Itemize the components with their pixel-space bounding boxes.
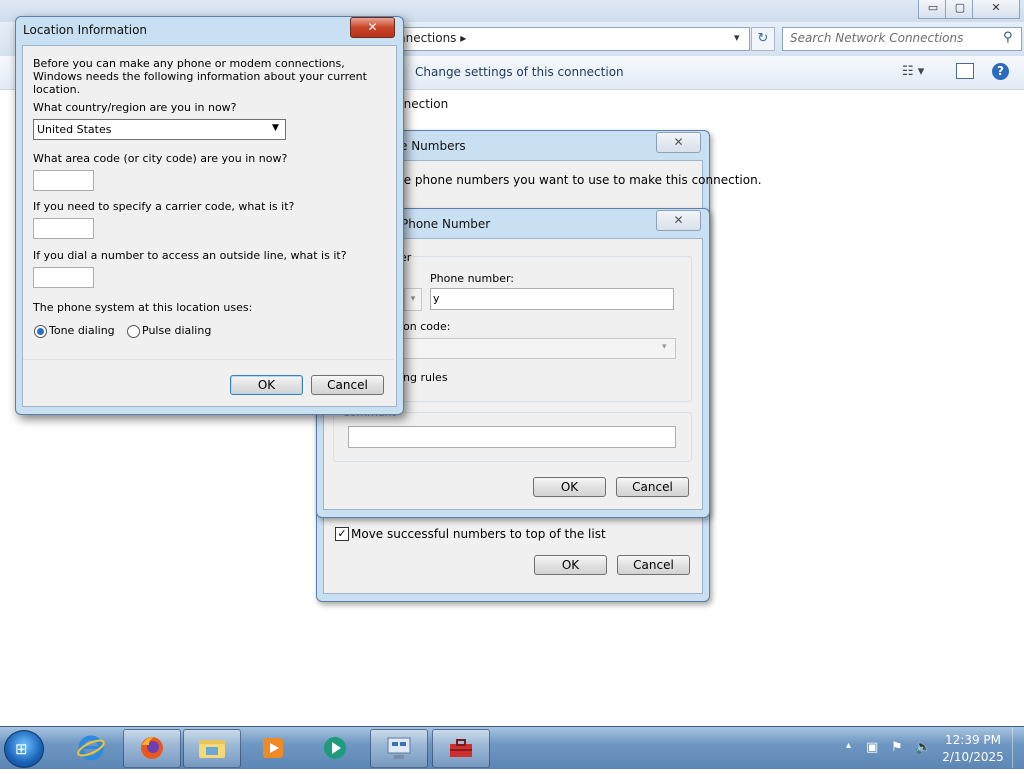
phone-number-value: y bbox=[433, 292, 440, 305]
area-code-input[interactable] bbox=[33, 170, 94, 191]
area-code-question: What area code (or city code) are you in… bbox=[33, 152, 288, 165]
country-value: United States bbox=[37, 123, 112, 136]
clock-date[interactable]: 2/10/2025 bbox=[940, 750, 1006, 764]
phone-numbers-title: e Numbers bbox=[400, 139, 466, 153]
action-center-flag-icon[interactable]: ⚑ bbox=[891, 740, 903, 755]
toolbox-icon[interactable] bbox=[432, 729, 490, 768]
address-dropdown-icon[interactable]: ▾ bbox=[734, 31, 740, 44]
phone-numbers-ok-button[interactable]: OK bbox=[534, 555, 607, 575]
close-window-button[interactable]: ✕ bbox=[972, 0, 1020, 19]
minimize-button[interactable]: ▭ bbox=[918, 0, 948, 19]
phone-numbers-description: te phone numbers you want to use to make… bbox=[399, 173, 762, 187]
windows-flag-icon: ⊞ bbox=[15, 740, 28, 758]
phone-number-input[interactable] bbox=[430, 288, 674, 310]
carrier-code-question: If you need to specify a carrier code, w… bbox=[33, 200, 295, 213]
phone-numbers-cancel-button[interactable]: Cancel bbox=[617, 555, 690, 575]
phone-number-ok-button[interactable]: OK bbox=[533, 477, 606, 497]
location-close-icon[interactable]: ✕ bbox=[350, 17, 395, 38]
file-explorer-icon[interactable] bbox=[183, 729, 241, 768]
radio-selected-dot bbox=[37, 328, 44, 335]
pulse-dialing-label: Pulse dialing bbox=[142, 324, 212, 337]
location-divider bbox=[23, 359, 394, 360]
address-breadcrumb[interactable]: nnections ▸ bbox=[398, 31, 466, 45]
phone-number-cancel-button[interactable]: Cancel bbox=[616, 477, 689, 497]
outside-line-input[interactable] bbox=[33, 267, 94, 288]
phone-number-label: Phone number: bbox=[430, 272, 515, 285]
carrier-code-input[interactable] bbox=[33, 218, 94, 239]
phone-number-close-icon[interactable]: ✕ bbox=[656, 210, 701, 231]
region-code-label: ion code: bbox=[400, 320, 451, 333]
tone-dialing-radio[interactable] bbox=[34, 325, 47, 338]
move-successful-label: Move successful numbers to top of the li… bbox=[351, 527, 606, 541]
area-code-dropdown-icon[interactable]: ▾ bbox=[404, 288, 422, 311]
clock-time[interactable]: 12:39 PM bbox=[940, 733, 1006, 747]
preview-pane-icon[interactable] bbox=[956, 63, 974, 79]
dialing-rules-label: ing rules bbox=[400, 371, 448, 384]
media-center-icon[interactable] bbox=[306, 729, 364, 768]
pulse-dialing-radio[interactable] bbox=[127, 325, 140, 338]
region-code-select[interactable] bbox=[400, 338, 676, 359]
country-dropdown-icon[interactable]: ▼ bbox=[272, 123, 279, 133]
firefox-icon[interactable] bbox=[123, 729, 181, 768]
country-question: What country/region are you in now? bbox=[33, 101, 237, 114]
network-tray-icon[interactable]: ▣ bbox=[866, 740, 878, 755]
network-connections-icon[interactable] bbox=[370, 729, 428, 768]
tone-dialing-label: Tone dialing bbox=[49, 324, 115, 337]
help-icon[interactable]: ? bbox=[992, 63, 1009, 80]
search-placeholder: Search Network Connections bbox=[790, 31, 964, 45]
internet-explorer-icon[interactable] bbox=[62, 729, 120, 768]
phone-number-title: Phone Number bbox=[401, 217, 491, 231]
refresh-icon[interactable]: ↻ bbox=[751, 27, 775, 51]
outside-line-question: If you dial a number to access an outsid… bbox=[33, 249, 347, 262]
change-settings-link[interactable]: Change settings of this connection bbox=[415, 65, 624, 79]
search-icon[interactable]: ⚲ bbox=[1003, 30, 1013, 45]
phone-numbers-close-icon[interactable]: ✕ bbox=[656, 132, 701, 153]
show-hidden-icons-icon[interactable]: ▴ bbox=[846, 740, 851, 751]
location-intro-text: Before you can make any phone or modem c… bbox=[33, 57, 367, 96]
maximize-button[interactable]: ▢ bbox=[945, 0, 975, 19]
volume-muted-icon[interactable]: 🔈 bbox=[915, 740, 931, 755]
location-cancel-button[interactable]: Cancel bbox=[311, 375, 384, 395]
media-player-icon[interactable] bbox=[244, 729, 302, 768]
location-info-title: Location Information bbox=[23, 23, 148, 37]
comment-input[interactable] bbox=[348, 426, 676, 448]
region-code-dropdown-icon[interactable]: ▾ bbox=[662, 342, 667, 352]
view-options-icon[interactable]: ☷ ▾ bbox=[902, 64, 924, 79]
location-ok-button[interactable]: OK bbox=[230, 375, 303, 395]
move-successful-checkbox[interactable]: ✓ bbox=[335, 527, 349, 541]
phone-system-label: The phone system at this location uses: bbox=[33, 301, 253, 314]
show-desktop-button[interactable] bbox=[1012, 727, 1024, 768]
